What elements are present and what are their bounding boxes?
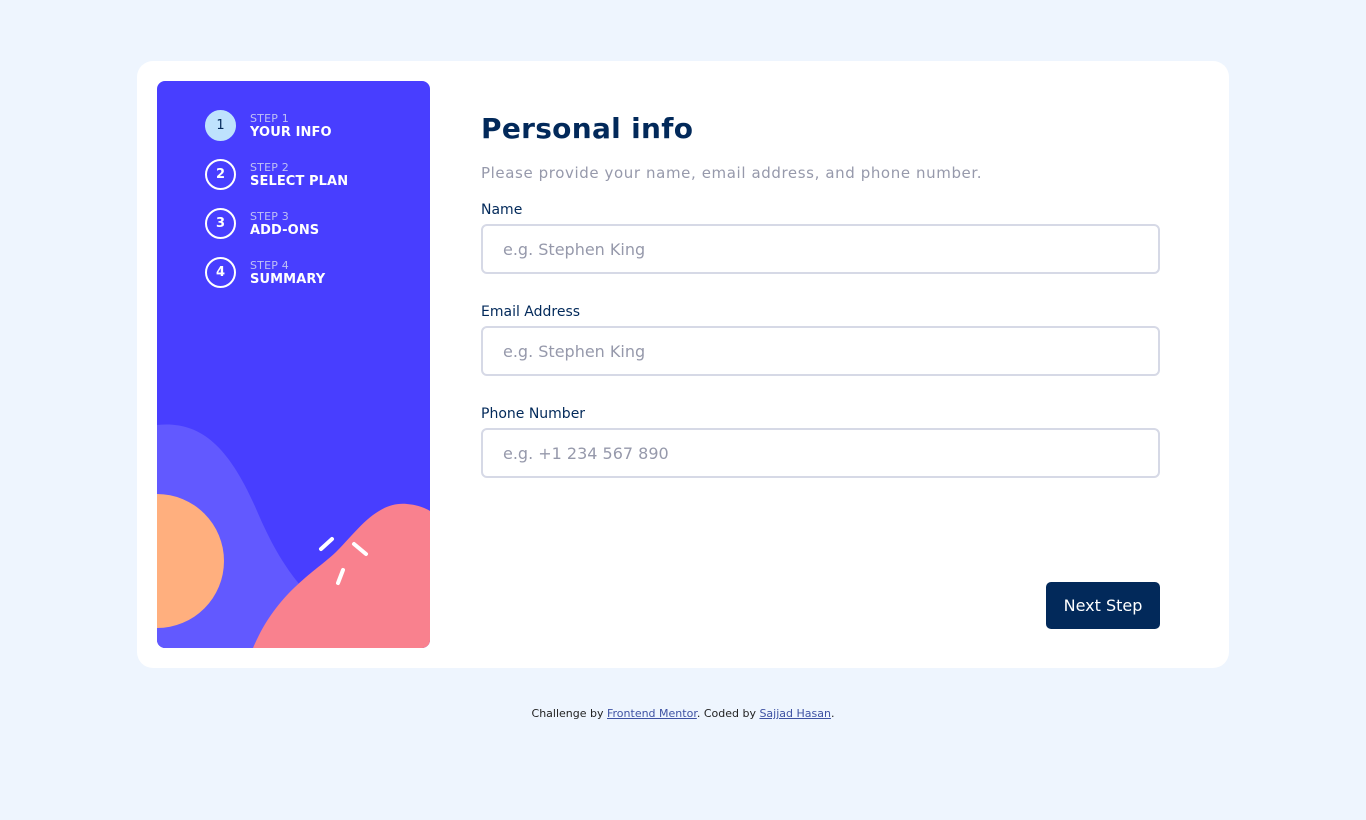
email-label: Email Address <box>481 304 581 320</box>
step-label: STEP 3 <box>250 209 289 223</box>
step-label: STEP 4 <box>250 258 289 272</box>
phone-input[interactable] <box>481 428 1160 478</box>
phone-field-group: Phone Number <box>481 404 1160 478</box>
step-number-badge: 4 <box>205 257 236 288</box>
phone-label: Phone Number <box>481 406 586 422</box>
personal-info-form: Personal info Please provide your name, … <box>481 111 1160 478</box>
name-label: Name <box>481 202 523 218</box>
steps-sidebar: 1 STEP 1 YOUR INFO 2 STEP 2 SELECT PLAN … <box>157 81 430 648</box>
step-label: STEP 2 <box>250 160 289 174</box>
email-field-group: Email Address <box>481 302 1160 376</box>
step-title: ADD-ONS <box>250 222 320 238</box>
page-subtitle: Please provide your name, email address,… <box>481 164 983 182</box>
step-title: SELECT PLAN <box>250 173 349 189</box>
step-item-add-ons[interactable]: 3 STEP 3 ADD-ONS <box>205 208 348 239</box>
step-item-your-info[interactable]: 1 STEP 1 YOUR INFO <box>205 110 348 141</box>
footer-suffix: . <box>830 707 835 720</box>
step-title: SUMMARY <box>250 271 326 287</box>
footer-prefix: Challenge by <box>531 707 607 720</box>
author-link[interactable]: Sajjad Hasan <box>759 707 831 720</box>
page-title: Personal info <box>481 112 694 145</box>
step-number-badge: 3 <box>205 208 236 239</box>
footer-middle: . Coded by <box>696 707 760 720</box>
frontend-mentor-link[interactable]: Frontend Mentor <box>607 707 697 720</box>
next-step-button[interactable]: Next Step <box>1046 582 1160 629</box>
step-title: YOUR INFO <box>250 124 332 140</box>
step-item-select-plan[interactable]: 2 STEP 2 SELECT PLAN <box>205 159 348 190</box>
attribution-footer: Challenge by Frontend Mentor. Coded by S… <box>0 707 1366 720</box>
email-input[interactable] <box>481 326 1160 376</box>
form-card: 1 STEP 1 YOUR INFO 2 STEP 2 SELECT PLAN … <box>137 61 1229 668</box>
step-number-badge: 1 <box>205 110 236 141</box>
decoration-sparkle-1 <box>319 537 334 551</box>
step-list: 1 STEP 1 YOUR INFO 2 STEP 2 SELECT PLAN … <box>205 110 348 306</box>
step-number-badge: 2 <box>205 159 236 190</box>
name-input[interactable] <box>481 224 1160 274</box>
step-item-summary[interactable]: 4 STEP 4 SUMMARY <box>205 257 348 288</box>
step-label: STEP 1 <box>250 111 289 125</box>
name-field-group: Name <box>481 200 1160 274</box>
